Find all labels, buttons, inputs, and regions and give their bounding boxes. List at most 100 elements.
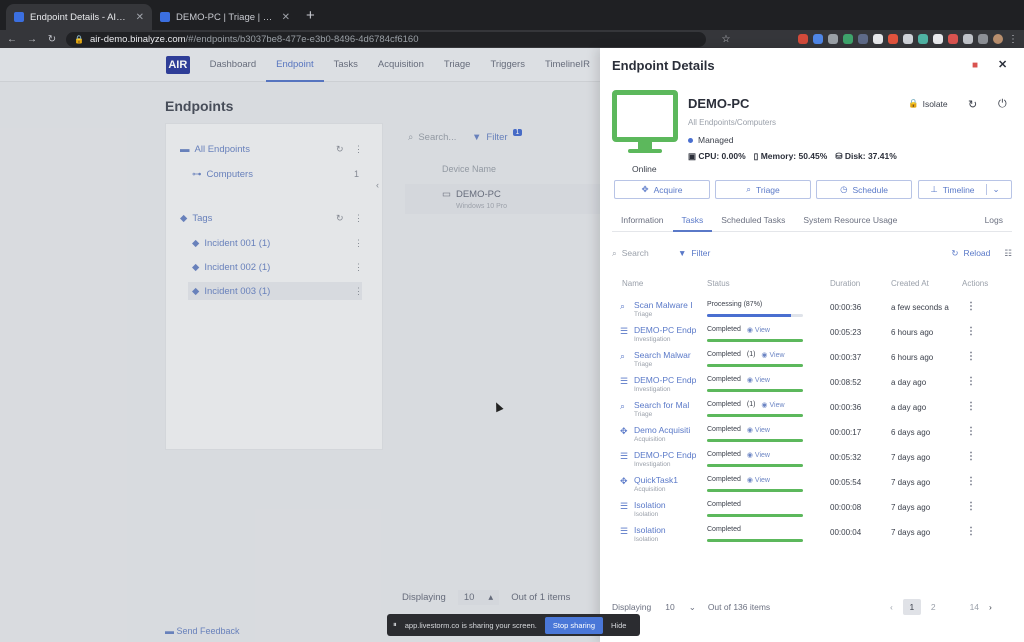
tab-information[interactable]: Information: [612, 212, 673, 232]
trash-icon[interactable]: ■: [972, 60, 978, 71]
actions-menu-icon[interactable]: ⋮: [966, 476, 976, 487]
tab-scheduled-tasks[interactable]: Scheduled Tasks: [712, 212, 794, 232]
view-link[interactable]: ◉ View: [747, 476, 770, 484]
actions-menu-icon[interactable]: ⋮: [966, 376, 976, 387]
puzzle-icon[interactable]: [978, 34, 988, 44]
task-filter-button[interactable]: ▼ Filter: [678, 248, 710, 258]
task-name[interactable]: QuickTask1: [634, 475, 698, 485]
task-name[interactable]: Demo Acquisiti: [634, 425, 698, 435]
extension-icon[interactable]: [813, 34, 823, 44]
actions-menu-icon[interactable]: ⋮: [966, 451, 976, 462]
actions-menu-icon[interactable]: ⋮: [966, 351, 976, 362]
extension-icon[interactable]: [888, 34, 898, 44]
star-icon[interactable]: ☆: [720, 34, 732, 45]
schedule-button[interactable]: ◷ Schedule: [816, 180, 912, 199]
task-name[interactable]: Search for Mal: [634, 400, 698, 410]
view-link[interactable]: ◉ View: [747, 426, 770, 434]
view-link[interactable]: ◉ View: [761, 351, 784, 359]
col-status[interactable]: Status: [707, 279, 730, 288]
task-row[interactable]: ⌕ Scan Malware I Triage Processing (87%) 00:…: [612, 299, 1012, 324]
browser-tab-active[interactable]: Endpoint Details - AIR | Binaly ✕: [6, 4, 152, 30]
task-name[interactable]: Scan Malware I: [634, 300, 698, 310]
task-row[interactable]: ☰ DEMO-PC Endp Investigation Completed ◉ Vie…: [612, 324, 1012, 349]
view-link[interactable]: ◉ View: [761, 401, 784, 409]
task-search[interactable]: ⌕ Search: [612, 248, 672, 259]
acquire-button[interactable]: ✥ Acquire: [614, 180, 710, 199]
page-size-select[interactable]: 10 ⌄: [665, 602, 696, 613]
task-name[interactable]: DEMO-PC Endp: [634, 375, 698, 385]
task-row[interactable]: ☰ DEMO-PC Endp Investigation Completed ◉ Vie…: [612, 449, 1012, 474]
menu-icon[interactable]: ⋮: [1008, 34, 1018, 45]
refresh-icon[interactable]: ↻: [968, 98, 977, 111]
extension-icon[interactable]: [948, 34, 958, 44]
columns-icon[interactable]: ☷: [1004, 248, 1012, 259]
actions-menu-icon[interactable]: ⋮: [966, 526, 976, 537]
actions-menu-icon[interactable]: ⋮: [966, 326, 976, 337]
task-duration: 00:00:37: [830, 353, 862, 362]
stop-sharing-button[interactable]: Stop sharing: [544, 616, 604, 634]
close-icon[interactable]: ✕: [282, 12, 290, 23]
task-row[interactable]: ☰ DEMO-PC Endp Investigation Completed ◉ Vie…: [612, 374, 1012, 399]
progress-fill: [707, 339, 803, 342]
extension-icon[interactable]: [828, 34, 838, 44]
triage-button[interactable]: ⌕ Triage: [715, 180, 811, 199]
back-icon[interactable]: ←: [6, 34, 18, 45]
list-icon: ☰: [620, 376, 629, 386]
extension-icon[interactable]: [903, 34, 913, 44]
col-duration[interactable]: Duration: [830, 279, 860, 288]
new-tab-icon[interactable]: +: [298, 7, 323, 30]
extension-icon[interactable]: [933, 34, 943, 44]
actions-menu-icon[interactable]: ⋮: [966, 501, 976, 512]
task-name[interactable]: Isolation: [634, 500, 698, 510]
view-label: View: [769, 402, 785, 409]
page-2[interactable]: 2: [931, 602, 936, 612]
extension-icon[interactable]: [798, 34, 808, 44]
col-created-at[interactable]: Created At: [891, 279, 929, 288]
view-link[interactable]: ◉ View: [747, 376, 770, 384]
extension-icon[interactable]: [918, 34, 928, 44]
reload-button[interactable]: ↻ Reload: [951, 248, 990, 259]
task-row[interactable]: ✥ QuickTask1 Acquisition Completed ◉ View 00:…: [612, 474, 1012, 499]
page-current[interactable]: 1: [902, 599, 921, 615]
task-row[interactable]: ⌕ Search Malwar Triage Completed (1) ◉ View 00…: [612, 349, 1012, 374]
actions-menu-icon[interactable]: ⋮: [966, 401, 976, 412]
isolate-button[interactable]: 🔒 Isolate: [908, 98, 948, 109]
task-name[interactable]: Isolation: [634, 525, 698, 535]
tab-system-resource-usage[interactable]: System Resource Usage: [794, 212, 906, 232]
actions-menu-icon[interactable]: ⋮: [966, 426, 976, 437]
actions-menu-icon[interactable]: ⋮: [966, 301, 976, 312]
chevron-down-icon[interactable]: ⌄: [985, 184, 1000, 195]
cpu-stat: ▣ CPU: 0.00%: [688, 151, 746, 162]
hide-button[interactable]: Hide: [611, 621, 626, 630]
task-row[interactable]: ⌕ Search for Mal Triage Completed (1) ◉ View 0…: [612, 399, 1012, 424]
browser-tab[interactable]: DEMO-PC | Triage | Memory ✕: [152, 4, 298, 30]
extension-icon[interactable]: [843, 34, 853, 44]
profile-avatar[interactable]: [993, 34, 1003, 44]
close-icon[interactable]: ✕: [998, 58, 1007, 71]
task-name[interactable]: DEMO-PC Endp: [634, 325, 698, 335]
close-icon[interactable]: ✕: [136, 12, 144, 23]
power-icon[interactable]: ⏻: [998, 98, 1007, 111]
col-name[interactable]: Name: [622, 279, 643, 288]
tab-logs[interactable]: Logs: [976, 212, 1012, 232]
extension-icon[interactable]: [858, 34, 868, 44]
extension-icon[interactable]: [963, 34, 973, 44]
view-link[interactable]: ◉ View: [747, 451, 770, 459]
page-last[interactable]: 14: [970, 602, 979, 612]
prev-page-icon[interactable]: ‹: [890, 602, 893, 612]
reload-icon[interactable]: ↻: [46, 34, 58, 45]
task-row[interactable]: ✥ Demo Acquisiti Acquisition Completed ◉ Vie…: [612, 424, 1012, 449]
task-name[interactable]: DEMO-PC Endp: [634, 450, 698, 460]
next-page-icon[interactable]: ›: [989, 602, 992, 612]
tab-tasks[interactable]: Tasks: [672, 212, 713, 232]
view-link[interactable]: ◉ View: [747, 326, 770, 334]
task-name[interactable]: Search Malwar: [634, 350, 698, 360]
task-row[interactable]: ☰ Isolation Isolation Completed 00:00:04 7 da…: [612, 524, 1012, 549]
timeline-button[interactable]: ⊥ Timeline ⌄: [918, 180, 1012, 199]
progress-bar: [707, 364, 803, 367]
search-icon: ⌕: [612, 247, 617, 258]
task-row[interactable]: ☰ Isolation Isolation Completed 00:00:08 7 da…: [612, 499, 1012, 524]
forward-icon[interactable]: →: [26, 34, 38, 45]
extension-icon[interactable]: [873, 34, 883, 44]
address-bar[interactable]: 🔒 air-demo.binalyze.com/#/endpoints/b303…: [66, 31, 706, 47]
